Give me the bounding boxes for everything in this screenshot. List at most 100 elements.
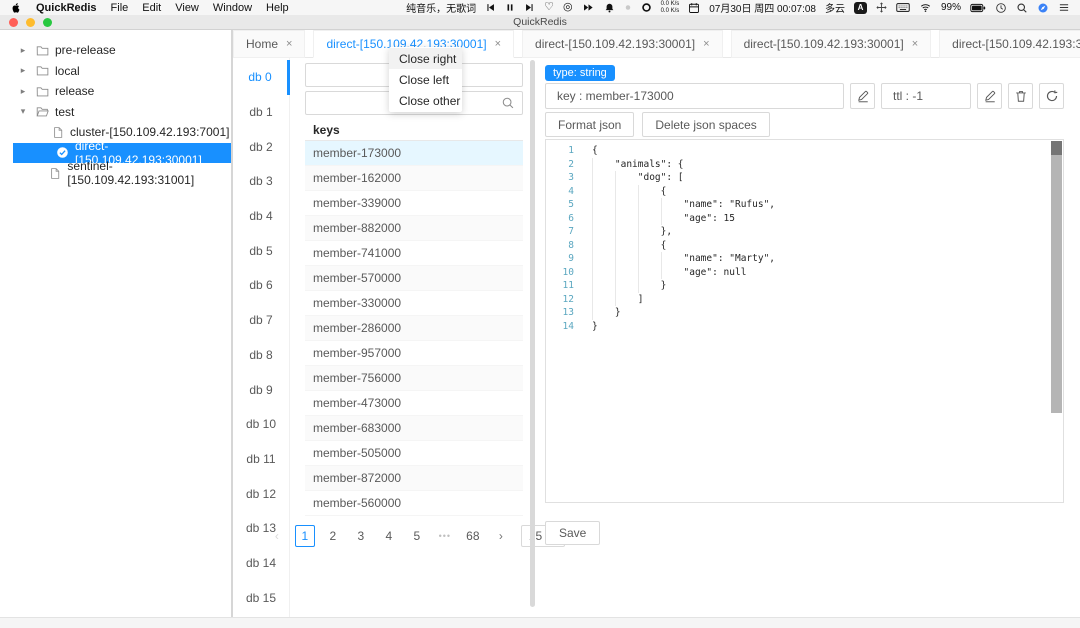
pagination-page-3[interactable]: 3 [351,525,371,547]
tab-connection-3[interactable]: direct-[150.109.42.193:30001]× [731,30,932,58]
db-item-3[interactable]: db 3 [233,164,289,199]
spotlight-search-icon[interactable] [1016,2,1028,14]
record-target-icon[interactable]: ◎ [563,2,573,13]
tab-home[interactable]: Home× [233,30,305,58]
key-row[interactable]: member-286000 [305,316,523,341]
pagination-page-4[interactable]: 4 [379,525,399,547]
clock-icon[interactable] [995,2,1007,14]
value-editor[interactable]: 1234567891011121314 { "animals": { "dog"… [545,139,1064,503]
menubar-item-window[interactable]: Window [213,2,252,14]
heart-icon[interactable]: ♡ [544,2,554,13]
calendar-icon[interactable] [688,2,700,14]
close-window-button[interactable] [9,18,18,27]
tab-connection-2[interactable]: direct-[150.109.42.193:30001]× [522,30,723,58]
pagination-page-1[interactable]: 1 [295,525,315,547]
tree-item-local[interactable]: ▸local [0,61,231,82]
editor-scrollbar-thumb[interactable] [1051,155,1062,413]
zoom-window-button[interactable] [43,18,52,27]
tab-close-icon[interactable]: × [912,39,918,50]
db-item-0[interactable]: db 0 [233,60,290,95]
key-row[interactable]: member-570000 [305,266,523,291]
panel-scrollbar[interactable] [530,60,535,607]
key-row[interactable]: member-330000 [305,291,523,316]
pagination-page-68[interactable]: 68 [463,525,483,547]
db-item-14[interactable]: db 14 [233,546,289,581]
refresh-key-button[interactable] [1039,83,1064,109]
menubar-item-edit[interactable]: Edit [142,2,161,14]
key-row[interactable]: member-957000 [305,341,523,366]
key-row[interactable]: member-560000 [305,491,523,516]
menubar-item-file[interactable]: File [111,2,129,14]
db-item-7[interactable]: db 7 [233,303,289,338]
list-menu-icon[interactable] [1058,2,1070,13]
format-json-button[interactable]: Format json [545,112,634,137]
db-item-10[interactable]: db 10 [233,407,289,442]
db-item-12[interactable]: db 12 [233,476,289,511]
chevron-right-icon[interactable]: ▸ [18,45,28,56]
menubar-item-help[interactable]: Help [266,2,289,14]
move-crosshair-icon[interactable] [876,2,887,13]
ring-icon[interactable] [641,2,652,13]
tab-close-icon[interactable]: × [703,39,709,50]
chevron-down-icon[interactable]: ▾ [18,106,28,117]
key-row[interactable]: member-872000 [305,466,523,491]
key-row[interactable]: member-162000 [305,166,523,191]
fast-forward-icon[interactable] [582,2,595,13]
tree-item-pre[interactable]: ▸pre-release [0,40,231,61]
tab-close-icon[interactable]: × [495,39,501,50]
pagination-page-5[interactable]: 5 [407,525,427,547]
tree-item-test[interactable]: ▾test [0,102,231,123]
apple-icon[interactable] [10,1,22,14]
db-item-15[interactable]: db 15 [233,580,289,615]
db-item-1[interactable]: db 1 [233,95,289,130]
tab-close-icon[interactable]: × [286,39,292,50]
pagination-next-button[interactable]: › [491,525,511,547]
bell-icon[interactable] [604,2,615,14]
pagination-page-2[interactable]: 2 [323,525,343,547]
key-row[interactable]: member-473000 [305,391,523,416]
previous-track-icon[interactable] [485,2,496,13]
db-item-9[interactable]: db 9 [233,372,289,407]
save-button[interactable]: Save [545,521,600,545]
delete-json-spaces-button[interactable]: Delete json spaces [642,112,769,137]
db-item-8[interactable]: db 8 [233,338,289,373]
db-item-11[interactable]: db 11 [233,442,289,477]
key-row[interactable]: member-882000 [305,216,523,241]
key-row[interactable]: member-505000 [305,441,523,466]
context-menu-item-close-other[interactable]: Close other [389,90,462,111]
context-menu-item-close-left[interactable]: Close left [389,69,462,90]
datetime-text[interactable]: 07月30日 周四 00:07:08 [709,0,816,15]
context-menu-item-close-right[interactable]: Close right [389,48,462,69]
network-speed[interactable]: 0.0 K/s 0.0 K/s [661,1,680,15]
key-name-field[interactable] [545,83,844,109]
minimize-window-button[interactable] [26,18,35,27]
db-item-4[interactable]: db 4 [233,199,289,234]
input-method-badge[interactable]: A [854,2,867,14]
safari-compass-icon[interactable] [1037,2,1049,14]
key-row[interactable]: member-173000 [305,141,523,166]
wifi-icon[interactable] [919,2,932,13]
menubar-app-name[interactable]: QuickRedis [36,2,97,14]
pause-icon[interactable] [505,2,515,13]
battery-icon[interactable] [970,3,986,13]
tree-item-release[interactable]: ▸release [0,81,231,102]
tab-connection-4[interactable]: direct-[150.109.42.193:30001]× [939,30,1080,58]
edit-ttl-button[interactable] [977,83,1002,109]
key-row[interactable]: member-741000 [305,241,523,266]
db-item-6[interactable]: db 6 [233,268,289,303]
dimmed-status-icon[interactable] [624,2,632,13]
ttl-field[interactable] [881,83,971,109]
chevron-right-icon[interactable]: ▸ [18,86,28,97]
next-track-icon[interactable] [524,2,535,13]
db-item-5[interactable]: db 5 [233,233,289,268]
edit-key-button[interactable] [850,83,875,109]
key-row[interactable]: member-683000 [305,416,523,441]
search-icon[interactable] [501,96,515,110]
tree-item-sentinel[interactable]: sentinel-[150.109.42.193:31001] [0,163,231,184]
key-row[interactable]: member-756000 [305,366,523,391]
keyboard-icon[interactable] [896,2,910,13]
weather-text[interactable]: 多云 [825,0,845,15]
delete-key-button[interactable] [1008,83,1033,109]
chevron-right-icon[interactable]: ▸ [18,65,28,76]
pagination-prev-button[interactable]: ‹ [267,525,287,547]
